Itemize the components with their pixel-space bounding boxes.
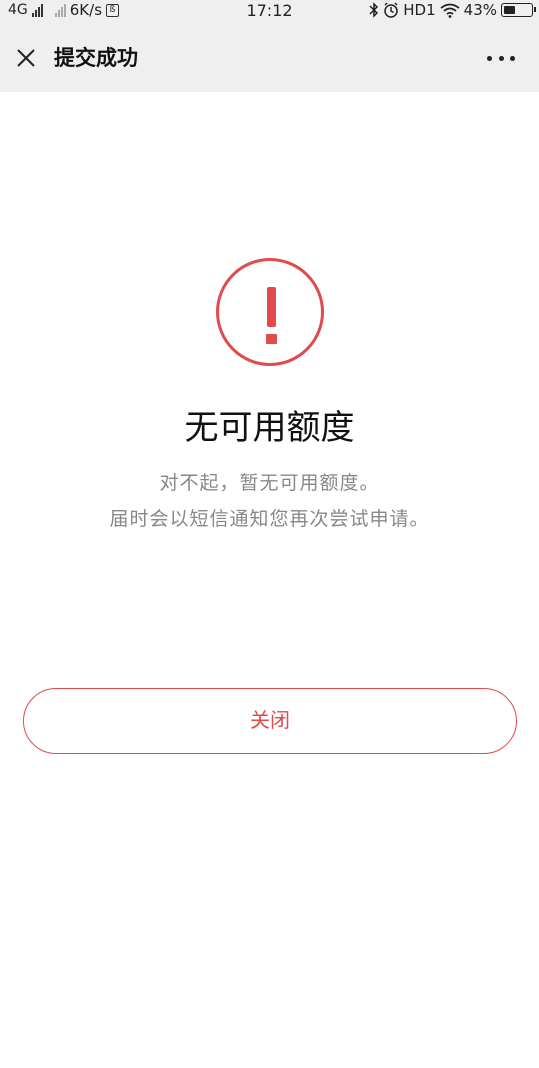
close-button[interactable]: 关闭 <box>23 688 517 754</box>
status-bar: 4G 6K/s ß 17:12 HD1 43% <box>0 0 539 22</box>
description-line-2: 届时会以短信通知您再次尝试申请。 <box>109 508 430 530</box>
description-line-1: 对不起，暂无可用额度。 <box>159 472 380 494</box>
alarm-icon <box>384 2 399 18</box>
status-right: HD1 43% <box>369 1 536 19</box>
hd-label: HD1 <box>403 1 436 19</box>
exclamation-circle-icon <box>216 258 324 366</box>
page-title: 提交成功 <box>54 46 138 70</box>
wifi-icon <box>440 3 460 18</box>
battery-icon <box>501 3 536 17</box>
headline: 无可用额度 <box>184 408 355 448</box>
battery-percent: 43% <box>463 1 497 19</box>
title-bar: 提交成功 <box>0 22 539 92</box>
battery-fill <box>504 6 515 14</box>
bluetooth-icon <box>369 2 379 18</box>
close-icon[interactable] <box>14 46 38 70</box>
more-icon[interactable] <box>487 50 515 66</box>
